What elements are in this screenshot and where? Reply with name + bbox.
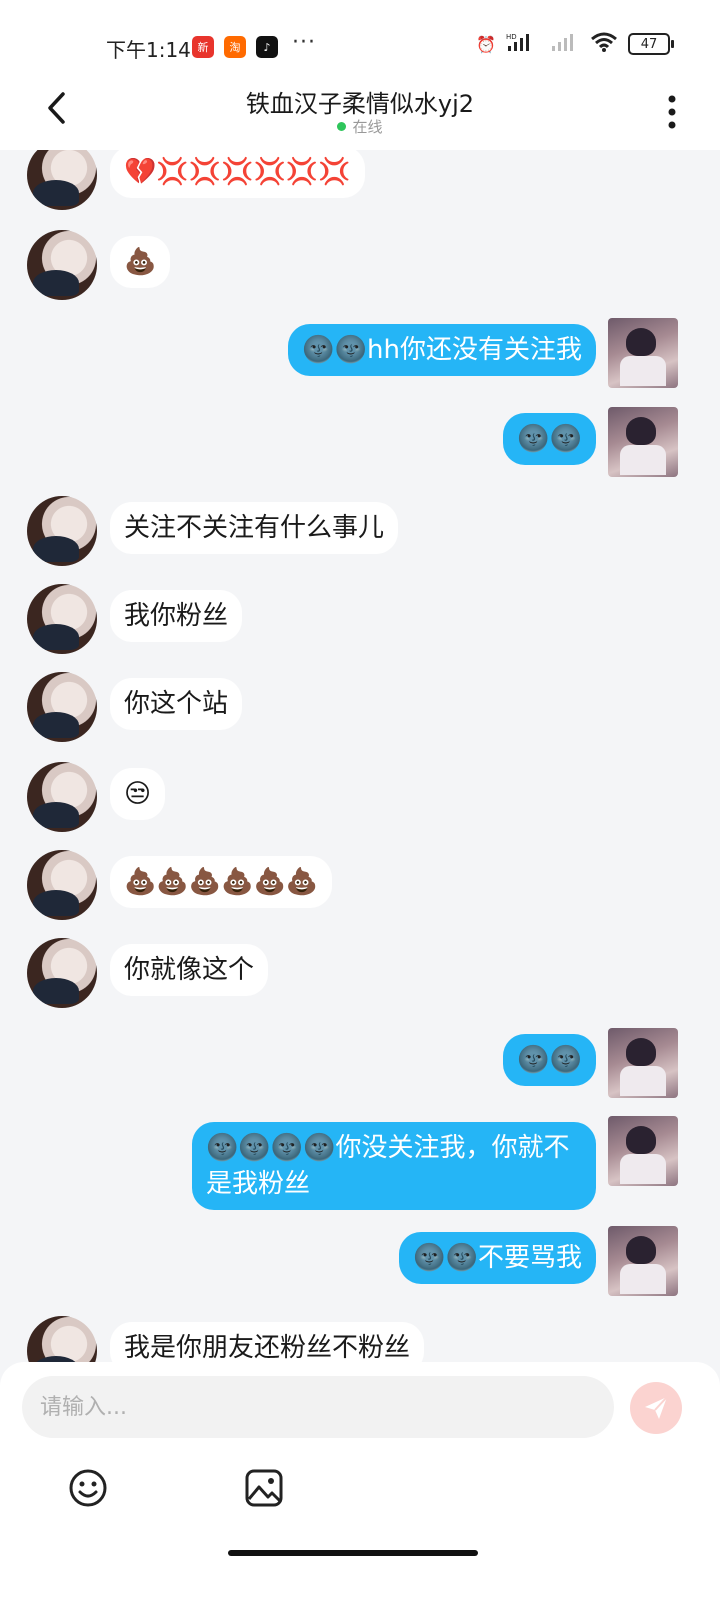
message-bubble[interactable]: 💩 (110, 236, 171, 288)
message-row: 🌚🌚hh你还没有关注我 (0, 318, 720, 388)
taobao-app-icon: 淘 (224, 36, 246, 58)
message-row: 🌚🌚不要骂我 (0, 1226, 720, 1296)
contact-avatar[interactable] (27, 850, 97, 920)
message-bubble[interactable]: 🌚🌚 (503, 413, 596, 465)
message-bubble[interactable]: 关注不关注有什么事儿 (110, 502, 399, 554)
more-options-button[interactable] (660, 92, 684, 132)
more-notifications-icon: ··· (292, 30, 316, 55)
my-avatar[interactable] (608, 1116, 678, 1186)
contact-avatar[interactable] (27, 150, 97, 210)
message-bubble[interactable]: 🌚🌚不要骂我 (399, 1232, 596, 1284)
emoji-button[interactable] (66, 1466, 110, 1510)
image-icon (245, 1469, 283, 1507)
message-input-container (22, 1376, 614, 1438)
status-bar: 下午1:14 新 淘 ♪ ··· ⏰ HD 47 (0, 0, 720, 80)
message-bubble[interactable]: 💔💢💢💢💢💢💢 (110, 150, 365, 198)
more-vertical-icon (668, 95, 676, 129)
image-button[interactable] (242, 1466, 286, 1510)
hd-signal-icon: HD (506, 32, 540, 56)
message-bubble[interactable]: 🌚🌚hh你还没有关注我 (288, 324, 596, 376)
contact-avatar[interactable] (27, 938, 97, 1008)
message-row: 我你粉丝 (0, 584, 720, 654)
message-row: 💔💢💢💢💢💢💢 (0, 150, 720, 210)
message-row: 💩 (0, 230, 720, 300)
news-app-icon: 新 (192, 36, 214, 58)
message-row: 😒 (0, 762, 720, 832)
message-list[interactable]: 💔💢💢💢💢💢💢 💩 🌚🌚hh你还没有关注我 🌚🌚 关注不关注有什么事儿 我你粉丝… (0, 150, 720, 1390)
home-indicator[interactable] (228, 1550, 478, 1556)
contact-avatar[interactable] (27, 762, 97, 832)
message-row: 你就像这个 (0, 938, 720, 1008)
contact-name: 铁血汉子柔情似水yj2 (245, 90, 475, 118)
alarm-icon: ⏰ (476, 34, 496, 54)
send-button[interactable] (630, 1382, 682, 1434)
online-status-label: 在线 (352, 118, 383, 136)
contact-avatar[interactable] (27, 496, 97, 566)
my-avatar[interactable] (608, 1226, 678, 1296)
status-indicators: ⏰ HD 47 (476, 32, 674, 56)
message-bubble[interactable]: 😒 (110, 768, 166, 820)
message-bubble[interactable]: 🌚🌚🌚🌚你没关注我，你就不是我粉丝 (192, 1122, 596, 1210)
online-dot-icon (337, 122, 347, 131)
message-bubble[interactable]: 💩💩💩💩💩💩 (110, 856, 333, 908)
message-input[interactable] (22, 1376, 614, 1438)
battery-icon: 47 (628, 33, 674, 55)
message-row: 💩💩💩💩💩💩 (0, 850, 720, 920)
contact-avatar[interactable] (27, 584, 97, 654)
message-bubble[interactable]: 你这个站 (110, 678, 243, 730)
message-bubble[interactable]: 你就像这个 (110, 944, 269, 996)
message-row: 🌚🌚 (0, 407, 720, 477)
my-avatar[interactable] (608, 318, 678, 388)
wifi-icon (590, 32, 618, 56)
message-bubble[interactable]: 🌚🌚 (503, 1034, 596, 1086)
send-icon (645, 1396, 668, 1419)
status-time: 下午1:14 (106, 38, 191, 62)
contact-avatar[interactable] (27, 672, 97, 742)
online-status: 在线 (0, 116, 720, 137)
signal-icon (550, 32, 580, 56)
chat-header: 铁血汉子柔情似水yj2 在线 (0, 80, 720, 150)
my-avatar[interactable] (608, 1028, 678, 1098)
my-avatar[interactable] (608, 407, 678, 477)
hd-label: HD (506, 33, 517, 41)
message-row: 🌚🌚 (0, 1028, 720, 1098)
message-row: 🌚🌚🌚🌚你没关注我，你就不是我粉丝 (0, 1116, 720, 1210)
message-bubble[interactable]: 我你粉丝 (110, 590, 243, 642)
contact-avatar[interactable] (27, 230, 97, 300)
input-bar (0, 1362, 720, 1600)
tiktok-app-icon: ♪ (256, 36, 278, 58)
message-row: 关注不关注有什么事儿 (0, 496, 720, 566)
message-row: 你这个站 (0, 672, 720, 742)
emoji-icon (69, 1469, 107, 1507)
